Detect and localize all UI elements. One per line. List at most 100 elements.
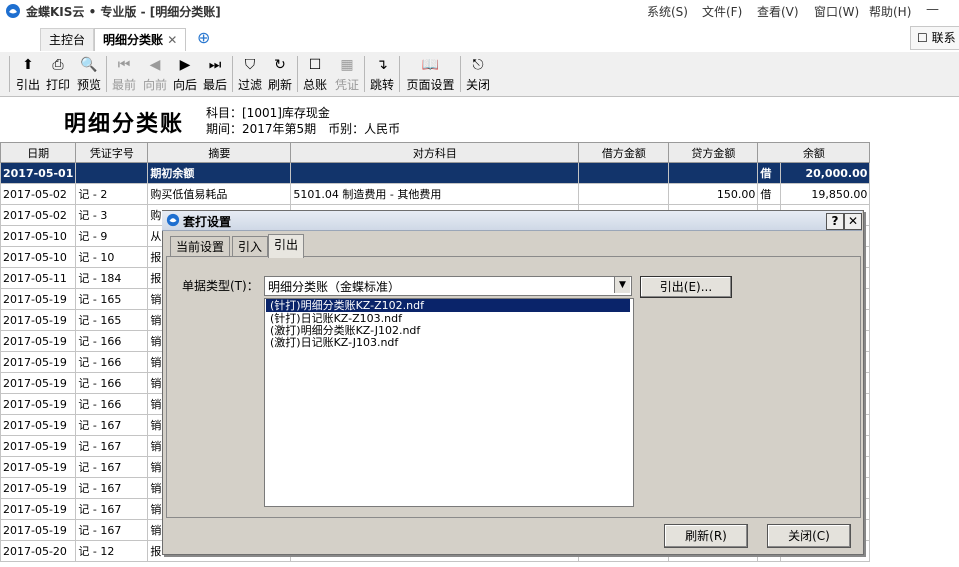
cell-voucher: 记 - 167 — [75, 435, 149, 457]
close-door-icon: ⎋ — [472, 57, 484, 73]
toolbar-button-label: 跳转 — [369, 78, 394, 92]
toolbar-button-general-ledger[interactable]: ☐ 总账 — [301, 52, 329, 96]
toolbar-button-export[interactable]: ⬆ 引出 — [14, 52, 42, 96]
col-header-voucher[interactable]: 凭证字号 — [75, 142, 149, 163]
cell-voucher: 记 - 166 — [75, 330, 149, 352]
cell-voucher: 记 - 165 — [75, 309, 149, 331]
dropdown-arrow-icon[interactable]: ▼ — [614, 277, 630, 293]
toolbar-button-voucher[interactable]: ▦ 凭证 — [333, 52, 361, 96]
cell-contra — [290, 162, 580, 184]
tab-import[interactable]: 引入 — [232, 236, 269, 257]
table-header-row: 日期 凭证字号 摘要 对方科目 借方金额 贷方金额 余额 — [0, 142, 871, 163]
list-item-file[interactable]: (针打)明细分类账KZ-Z102.ndf — [266, 299, 630, 312]
cell-voucher: 记 - 166 — [75, 393, 149, 415]
toolbar-button-label: 预览 — [76, 78, 101, 92]
toolbar-button-label: 关闭 — [465, 78, 490, 92]
cell-voucher: 记 - 166 — [75, 372, 149, 394]
toolbar-button-label: 向前 — [142, 78, 167, 92]
doctype-label: 单据类型(T)： — [182, 279, 259, 293]
cell-credit: 150.00 — [668, 183, 759, 205]
menu-file[interactable]: 文件(F) — [702, 3, 742, 20]
add-tab-icon[interactable]: ⊕ — [197, 28, 210, 47]
toolbar-button-preview[interactable]: 🔍 预览 — [75, 52, 103, 96]
first-icon: ⏮ — [117, 57, 131, 73]
menu-view[interactable]: 查看(V) — [757, 3, 799, 20]
cell-date: 2017-05-01 — [0, 162, 77, 184]
cell-date: 2017-05-19 — [0, 309, 77, 331]
list-item-file[interactable]: (激打)日记账KZ-J103.ndf — [266, 336, 630, 349]
toolbar-button-jump[interactable]: ↴ 跳转 — [368, 52, 396, 96]
toolbar-separator — [232, 56, 233, 92]
col-header-contra[interactable]: 对方科目 — [290, 142, 580, 163]
toolbar-separator — [106, 56, 107, 92]
refresh-button[interactable]: 刷新(R) — [664, 524, 748, 548]
cell-date: 2017-05-19 — [0, 372, 77, 394]
tab-home[interactable]: 主控台 — [40, 28, 95, 51]
tab-current-settings[interactable]: 当前设置 — [170, 236, 231, 257]
contact-button[interactable]: ☐ 联系 — [910, 26, 959, 50]
cell-voucher: 记 - 165 — [75, 288, 149, 310]
toolbar-button-label: 打印 — [45, 78, 70, 92]
cell-date: 2017-05-19 — [0, 456, 77, 478]
toolbar-button-label: 引出 — [15, 78, 40, 92]
toolbar-button-print[interactable]: ⎙ 打印 — [44, 52, 72, 96]
cell-debit — [578, 183, 670, 205]
next-icon: ▶ — [179, 57, 191, 73]
toolbar-separator — [9, 56, 10, 92]
toolbar-button-label: 页面设置 — [406, 78, 455, 92]
cell-direction: 借 — [757, 162, 782, 184]
toolbar-button-prev[interactable]: ◀ 向前 — [141, 52, 169, 96]
col-header-summary[interactable]: 摘要 — [147, 142, 292, 163]
toolbar-button-label: 总账 — [302, 78, 327, 92]
contact-icon: ☐ — [917, 31, 928, 45]
menu-help[interactable]: 帮助(H) — [869, 3, 911, 20]
toolbar-button-first[interactable]: ⏮ 最前 — [110, 52, 138, 96]
toolbar-button-next[interactable]: ▶ 向后 — [171, 52, 199, 96]
cell-summary: 购买低值易耗品 — [147, 183, 292, 205]
cell-credit — [668, 162, 759, 184]
dialog-help-button[interactable]: ? — [826, 213, 844, 230]
cell-date: 2017-05-19 — [0, 351, 77, 373]
tab-ledger[interactable]: 明细分类账 ✕ — [94, 28, 187, 51]
dialog-app-icon — [166, 213, 180, 227]
report-period: 期间：2017年第5期 币别：人民币 — [206, 122, 401, 136]
cell-debit — [578, 162, 670, 184]
toolbar-separator — [460, 56, 461, 92]
filter-icon: ⛉ — [244, 57, 256, 73]
cell-date: 2017-05-19 — [0, 393, 77, 415]
export-icon: ⬆ — [22, 57, 34, 73]
cell-voucher: 记 - 166 — [75, 351, 149, 373]
col-header-balance[interactable]: 余额 — [757, 142, 871, 163]
cell-date: 2017-05-02 — [0, 183, 77, 205]
cell-summary: 期初余额 — [147, 162, 292, 184]
menu-window[interactable]: 窗口(W) — [814, 3, 859, 20]
toolbar-button-label: 最前 — [111, 78, 136, 92]
toolbar-button-last[interactable]: ⏭ 最后 — [201, 52, 229, 96]
toolbar-button-label: 凭证 — [334, 78, 359, 92]
tab-export[interactable]: 引出 — [268, 234, 305, 258]
toolbar-button-filter[interactable]: ⛉ 过滤 — [236, 52, 264, 96]
doctype-select-value: 明细分类账（金蝶标准） — [268, 280, 401, 294]
cell-voucher: 记 - 167 — [75, 477, 149, 499]
close-button[interactable]: 关闭(C) — [767, 524, 851, 548]
col-header-credit[interactable]: 贷方金额 — [668, 142, 759, 163]
col-header-debit[interactable]: 借方金额 — [578, 142, 670, 163]
minimize-icon[interactable]: — — [926, 2, 939, 17]
toolbar-button-close-door[interactable]: ⎋ 关闭 — [464, 52, 492, 96]
export-button[interactable]: 引出(E)... — [640, 276, 732, 298]
cell-date: 2017-05-11 — [0, 267, 77, 289]
cell-date: 2017-05-10 — [0, 246, 77, 268]
cell-balance: 20,000.00 — [780, 162, 871, 184]
table-row[interactable]: 2017-05-02 记 - 2 购买低值易耗品 5101.04 制造费用 - 其他费… — [0, 183, 871, 205]
close-tab-icon[interactable]: ✕ — [167, 33, 177, 47]
cell-date: 2017-05-19 — [0, 435, 77, 457]
dialog-close-x-button[interactable]: ✕ — [844, 213, 862, 230]
dialog-title-bar[interactable] — [162, 211, 862, 231]
toolbar-button-page-setup[interactable]: 📖 页面设置 — [403, 52, 458, 96]
toolbar-button-refresh[interactable]: ↻ 刷新 — [266, 52, 294, 96]
col-header-date[interactable]: 日期 — [0, 142, 77, 163]
menu-system[interactable]: 系统(S) — [647, 3, 688, 20]
toolbar-separator — [399, 56, 400, 92]
opening-balance-row[interactable]: 2017-05-01 期初余额 借 20,000.00 — [0, 162, 871, 184]
toolbar-button-label: 过滤 — [237, 78, 262, 92]
